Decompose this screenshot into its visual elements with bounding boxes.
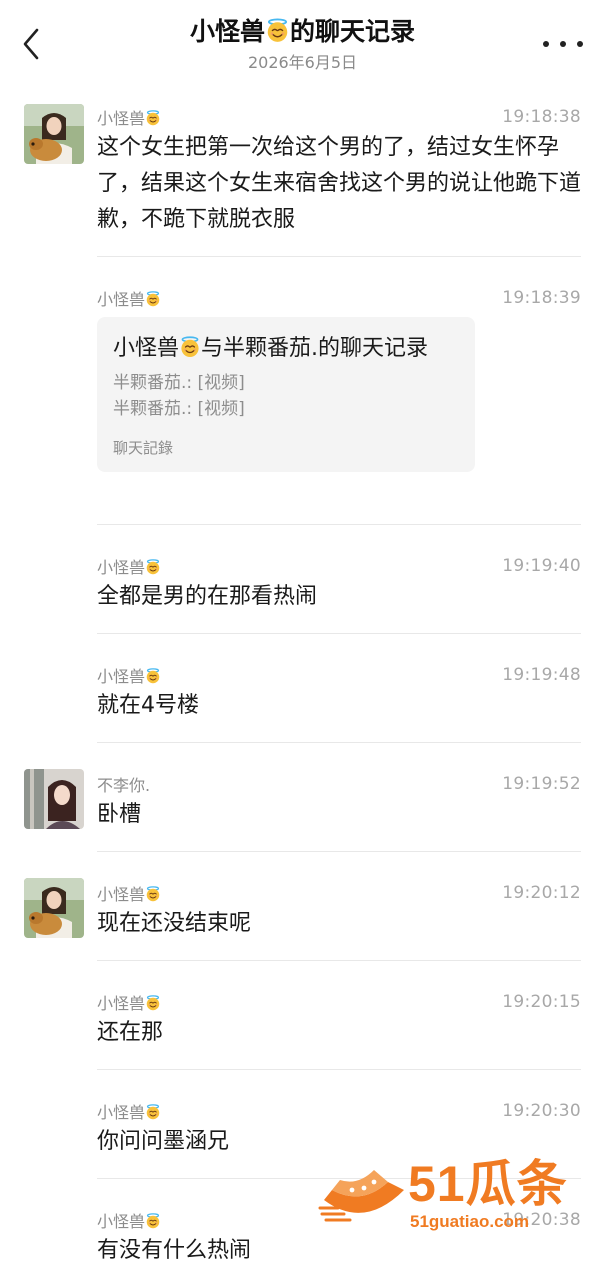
message-time: 19:19:40 (502, 556, 581, 576)
back-button[interactable] (14, 24, 48, 64)
chat-record-card[interactable]: 小怪兽 与半颗番茄.的聊天记录 半颗番茄.: [视频] 半颗番茄.: [视频] 聊… (97, 317, 475, 472)
sender-name: 小怪兽 (97, 1208, 161, 1232)
halo-emoji-icon (145, 1104, 161, 1120)
halo-emoji-icon (145, 1213, 161, 1229)
message-meta: 不李你. 19:19:52 (97, 767, 581, 797)
chevron-left-icon (23, 28, 39, 60)
watermark-url: 51guatiao.com (410, 1212, 530, 1231)
more-dot-icon (543, 41, 549, 47)
message-item: 不李你. 19:19:52 卧槽 (0, 743, 605, 852)
message-time: 19:20:15 (502, 992, 581, 1012)
sender-name-text: 小怪兽 (97, 1212, 146, 1231)
halo-emoji-icon (145, 559, 161, 575)
message-item: 小怪兽 19:18:39 小怪兽 与半颗番茄.的聊天记录 半颗番茄.: [视频] … (0, 257, 605, 525)
page-date: 2026年6月5日 (247, 53, 358, 72)
sender-name: 小怪兽 (97, 881, 161, 905)
sender-name: 小怪兽 (97, 286, 161, 310)
message-text: 这个女生把第一次给这个男的了，结过女生怀孕了，结果这个女生来宿舍找这个男的说让他… (97, 135, 582, 232)
sender-name-text: 小怪兽 (97, 885, 146, 904)
chat-record-title: 小怪兽 与半颗番茄.的聊天记录 (113, 331, 459, 366)
sender-name: 小怪兽 (97, 1099, 161, 1123)
message-text: 全都是男的在那看热闹 (97, 584, 318, 609)
chat-record-title-rest: 与半颗番茄.的聊天记录 (201, 336, 429, 361)
message-meta: 小怪兽 19:18:39 (97, 281, 581, 311)
message-item: 小怪兽 19:18:38 这个女生把第一次给这个男的了，结过女生怀孕了，结果这个… (0, 100, 605, 257)
message-time: 19:20:30 (502, 1101, 581, 1121)
sender-name-text: 小怪兽 (97, 667, 146, 686)
message-meta: 小怪兽 19:19:48 (97, 658, 581, 688)
message-meta: 小怪兽 19:20:12 (97, 876, 581, 906)
header-title-block: 小怪兽 的聊天记录 2026年6月5日 (80, 14, 525, 74)
watermark-brand: 51瓜条 (408, 1156, 568, 1212)
sender-name-text: 小怪兽 (97, 290, 146, 309)
message-time: 19:20:12 (502, 883, 581, 903)
message-item: 小怪兽 19:20:12 现在还没结束呢 (0, 852, 605, 961)
avatar[interactable] (24, 878, 84, 938)
page-title-suffix: 的聊天记录 (290, 17, 416, 46)
message-meta: 小怪兽 19:19:40 (97, 549, 581, 579)
sender-name: 小怪兽 (97, 105, 161, 129)
message-time: 19:18:38 (502, 107, 581, 127)
halo-emoji-icon (145, 886, 161, 902)
chat-record-line: 半颗番茄.: [视频] (113, 399, 245, 419)
message-list: 小怪兽 19:18:38 这个女生把第一次给这个男的了，结过女生怀孕了，结果这个… (0, 100, 605, 1279)
more-dot-icon (560, 41, 566, 47)
sender-name-text: 小怪兽 (97, 994, 146, 1013)
watermark: 51瓜条 51guatiao.com (318, 1156, 588, 1240)
more-button[interactable] (543, 36, 583, 52)
page-title: 小怪兽 的聊天记录 (80, 14, 525, 50)
chat-record-line: 半颗番茄.: [视频] (113, 373, 245, 393)
halo-emoji-icon (145, 995, 161, 1011)
halo-emoji-icon (265, 18, 290, 43)
message-text: 卧槽 (97, 802, 142, 827)
sender-name: 小怪兽 (97, 663, 161, 687)
message-time: 19:19:52 (502, 774, 581, 794)
message-item: 小怪兽 19:19:40 全都是男的在那看热闹 (0, 525, 605, 634)
halo-emoji-icon (179, 336, 201, 358)
message-item: 小怪兽 19:20:15 还在那 (0, 961, 605, 1070)
watermelon-logo-icon (318, 1170, 404, 1222)
sender-name-text: 小怪兽 (97, 109, 146, 128)
message-text: 就在4号楼 (97, 693, 199, 718)
sender-name: 不李你. (97, 776, 151, 795)
more-dot-icon (577, 41, 583, 47)
halo-emoji-icon (145, 110, 161, 126)
message-time: 19:18:39 (502, 288, 581, 308)
message-text: 你问问墨涵兄 (97, 1129, 230, 1154)
message-text: 还在那 (97, 1020, 164, 1045)
message-text: 现在还没结束呢 (97, 911, 252, 936)
avatar[interactable] (24, 769, 84, 829)
chat-record-title-name: 小怪兽 (113, 336, 180, 361)
sender-name-text: 小怪兽 (97, 558, 146, 577)
message-meta: 小怪兽 19:20:30 (97, 1094, 581, 1124)
message-meta: 小怪兽 19:20:15 (97, 985, 581, 1015)
halo-emoji-icon (145, 668, 161, 684)
sender-name-text: 小怪兽 (97, 1103, 146, 1122)
chat-header: 小怪兽 的聊天记录 2026年6月5日 (0, 0, 605, 92)
message-time: 19:19:48 (502, 665, 581, 685)
chat-record-footer: 聊天記錄 (113, 439, 174, 457)
message-item: 小怪兽 19:19:48 就在4号楼 (0, 634, 605, 743)
message-meta: 小怪兽 19:18:38 (97, 100, 581, 130)
sender-name: 小怪兽 (97, 554, 161, 578)
sender-name: 小怪兽 (97, 990, 161, 1014)
avatar[interactable] (24, 104, 84, 164)
page-title-name: 小怪兽 (189, 17, 265, 46)
halo-emoji-icon (145, 291, 161, 307)
